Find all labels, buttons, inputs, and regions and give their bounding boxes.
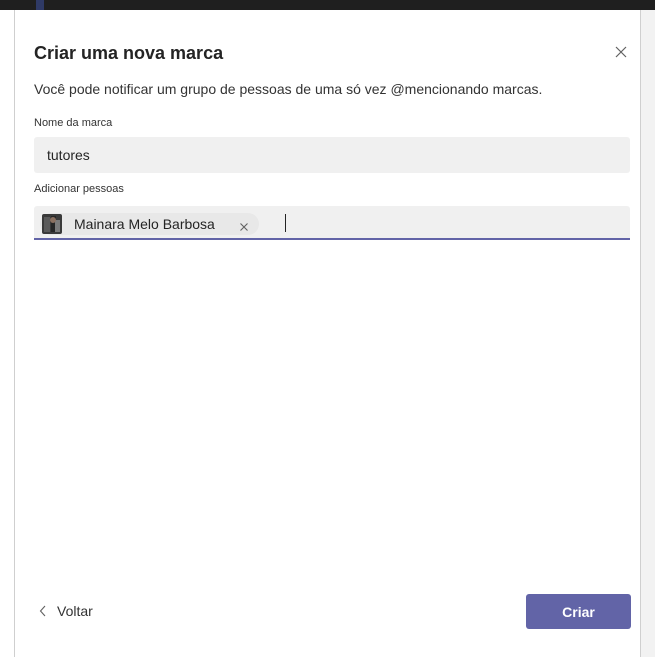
chevron-left-icon [39,605,46,617]
create-button[interactable]: Criar [526,594,631,629]
window-top-bar [0,0,655,10]
dialog-title: Criar uma nova marca [34,43,224,63]
create-tag-dialog: Criar uma nova marca Você pode notificar… [14,10,641,657]
add-people-label: Adicionar pessoas [34,183,124,195]
tag-name-label: Nome da marca [34,117,113,129]
right-gutter [641,10,655,657]
avatar [42,214,62,234]
tag-name-input[interactable] [34,137,630,173]
window-top-accent [36,0,44,10]
remove-person-button[interactable] [239,219,249,231]
back-button-label: Voltar [57,603,93,619]
person-chip-name: Mainara Melo Barbosa [74,216,215,232]
close-icon [615,46,627,58]
close-button[interactable] [613,44,629,60]
close-icon [240,223,248,231]
dialog-description: Você pode notificar um grupo de pessoas … [34,81,543,97]
add-people-input[interactable] [286,212,620,236]
add-people-field[interactable]: Mainara Melo Barbosa [34,206,630,240]
person-chip[interactable]: Mainara Melo Barbosa [40,213,259,235]
